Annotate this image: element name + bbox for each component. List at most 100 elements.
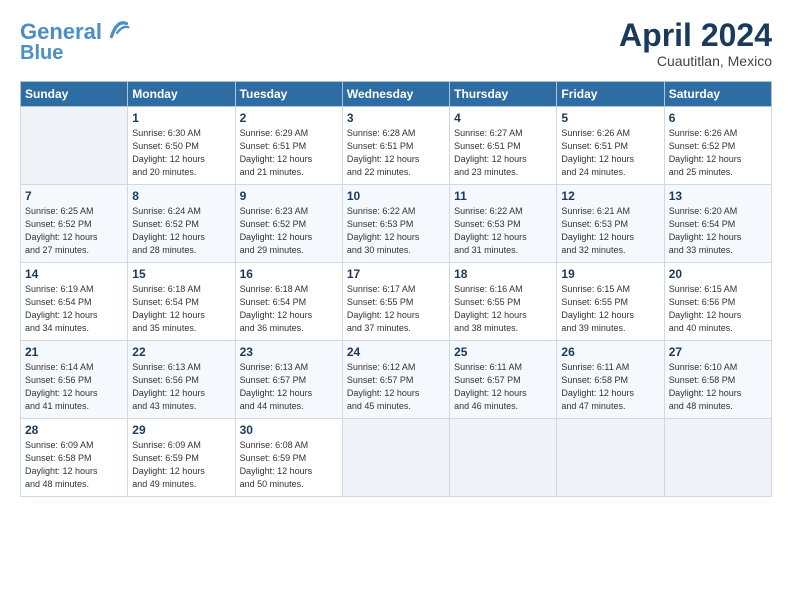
day-number: 24 [347, 345, 445, 359]
calendar-cell: 11 Sunrise: 6:22 AMSunset: 6:53 PMDayligh… [450, 185, 557, 263]
calendar-cell: 29 Sunrise: 6:09 AMSunset: 6:59 PMDayligh… [128, 419, 235, 497]
day-number: 6 [669, 111, 767, 125]
day-info: Sunrise: 6:09 AMSunset: 6:59 PMDaylight:… [132, 439, 230, 491]
calendar-cell: 23Sunrise: 6:13 AMSunset: 6:57 PMDayligh… [235, 341, 342, 419]
day-info: Sunrise: 6:22 AMSunset: 6:53 PMDaylight:… [454, 205, 552, 257]
calendar-cell [342, 419, 449, 497]
col-saturday: Saturday [664, 82, 771, 107]
day-info: Sunrise: 6:24 AMSunset: 6:52 PMDaylight:… [132, 205, 230, 257]
day-info: Sunrise: 6:13 AMSunset: 6:56 PMDaylight:… [132, 361, 230, 413]
calendar-cell: 24 Sunrise: 6:12 AMSunset: 6:57 PMDayligh… [342, 341, 449, 419]
calendar-cell [664, 419, 771, 497]
calendar-cell: 9Sunrise: 6:23 AMSunset: 6:52 PMDaylight… [235, 185, 342, 263]
page: General Blue April 2024 Cuautitlan, Mexi… [0, 0, 792, 507]
calendar-cell: 27 Sunrise: 6:10 AMSunset: 6:58 PMDayligh… [664, 341, 771, 419]
calendar-cell: 19Sunrise: 6:15 AMSunset: 6:55 PMDayligh… [557, 263, 664, 341]
calendar-week-2: 7Sunrise: 6:25 AMSunset: 6:52 PMDaylight… [21, 185, 772, 263]
logo-text2: Blue [20, 42, 63, 64]
header: General Blue April 2024 Cuautitlan, Mexi… [20, 18, 772, 69]
day-info: Sunrise: 6:18 AMSunset: 6:54 PMDaylight:… [132, 283, 230, 335]
day-info: Sunrise: 6:21 AMSunset: 6:53 PMDaylight:… [561, 205, 659, 257]
day-info: Sunrise: 6:17 AMSunset: 6:55 PMDaylight:… [347, 283, 445, 335]
day-info: Sunrise: 6:30 AMSunset: 6:50 PMDaylight:… [132, 127, 230, 179]
col-tuesday: Tuesday [235, 82, 342, 107]
day-info: Sunrise: 6:25 AMSunset: 6:52 PMDaylight:… [25, 205, 123, 257]
calendar-cell: 26 Sunrise: 6:11 AMSunset: 6:58 PMDayligh… [557, 341, 664, 419]
day-number: 21 [25, 345, 123, 359]
logo-text: General [20, 20, 102, 44]
calendar-cell: 20 Sunrise: 6:15 AMSunset: 6:56 PMDayligh… [664, 263, 771, 341]
day-info: Sunrise: 6:16 AMSunset: 6:55 PMDaylight:… [454, 283, 552, 335]
calendar-cell: 8 Sunrise: 6:24 AMSunset: 6:52 PMDaylight… [128, 185, 235, 263]
calendar-cell: 3Sunrise: 6:28 AMSunset: 6:51 PMDaylight… [342, 107, 449, 185]
calendar-cell: 21 Sunrise: 6:14 AMSunset: 6:56 PMDayligh… [21, 341, 128, 419]
day-info: Sunrise: 6:11 AMSunset: 6:57 PMDaylight:… [454, 361, 552, 413]
calendar-cell: 14Sunrise: 6:19 AMSunset: 6:54 PMDayligh… [21, 263, 128, 341]
day-info: Sunrise: 6:15 AMSunset: 6:55 PMDaylight:… [561, 283, 659, 335]
calendar-week-1: 1 Sunrise: 6:30 AMSunset: 6:50 PMDaylight… [21, 107, 772, 185]
logo-icon [104, 16, 132, 44]
day-number: 8 [132, 189, 230, 203]
calendar-cell: 12Sunrise: 6:21 AMSunset: 6:53 PMDayligh… [557, 185, 664, 263]
day-number: 10 [347, 189, 445, 203]
day-info: Sunrise: 6:12 AMSunset: 6:57 PMDaylight:… [347, 361, 445, 413]
day-number: 26 [561, 345, 659, 359]
day-number: 20 [669, 267, 767, 281]
day-number: 17 [347, 267, 445, 281]
day-info: Sunrise: 6:11 AMSunset: 6:58 PMDaylight:… [561, 361, 659, 413]
day-number: 2 [240, 111, 338, 125]
calendar-cell: 25 Sunrise: 6:11 AMSunset: 6:57 PMDayligh… [450, 341, 557, 419]
calendar-cell: 4 Sunrise: 6:27 AMSunset: 6:51 PMDaylight… [450, 107, 557, 185]
calendar-table: Sunday Monday Tuesday Wednesday Thursday… [20, 81, 772, 497]
calendar-cell: 15 Sunrise: 6:18 AMSunset: 6:54 PMDayligh… [128, 263, 235, 341]
calendar-cell: 30 Sunrise: 6:08 AMSunset: 6:59 PMDayligh… [235, 419, 342, 497]
day-number: 30 [240, 423, 338, 437]
day-number: 5 [561, 111, 659, 125]
calendar-cell: 1 Sunrise: 6:30 AMSunset: 6:50 PMDaylight… [128, 107, 235, 185]
day-number: 15 [132, 267, 230, 281]
day-number: 25 [454, 345, 552, 359]
day-info: Sunrise: 6:08 AMSunset: 6:59 PMDaylight:… [240, 439, 338, 491]
day-number: 22 [132, 345, 230, 359]
day-info: Sunrise: 6:19 AMSunset: 6:54 PMDaylight:… [25, 283, 123, 335]
day-info: Sunrise: 6:23 AMSunset: 6:52 PMDaylight:… [240, 205, 338, 257]
day-info: Sunrise: 6:18 AMSunset: 6:54 PMDaylight:… [240, 283, 338, 335]
calendar-cell: 2Sunrise: 6:29 AMSunset: 6:51 PMDaylight… [235, 107, 342, 185]
day-info: Sunrise: 6:14 AMSunset: 6:56 PMDaylight:… [25, 361, 123, 413]
day-number: 4 [454, 111, 552, 125]
logo: General Blue [20, 18, 132, 64]
calendar-week-4: 21 Sunrise: 6:14 AMSunset: 6:56 PMDayligh… [21, 341, 772, 419]
day-number: 1 [132, 111, 230, 125]
day-info: Sunrise: 6:22 AMSunset: 6:53 PMDaylight:… [347, 205, 445, 257]
calendar-cell: 13 Sunrise: 6:20 AMSunset: 6:54 PMDayligh… [664, 185, 771, 263]
calendar-cell [21, 107, 128, 185]
day-info: Sunrise: 6:27 AMSunset: 6:51 PMDaylight:… [454, 127, 552, 179]
day-info: Sunrise: 6:26 AMSunset: 6:52 PMDaylight:… [669, 127, 767, 179]
day-number: 23 [240, 345, 338, 359]
day-number: 16 [240, 267, 338, 281]
day-number: 11 [454, 189, 552, 203]
day-info: Sunrise: 6:10 AMSunset: 6:58 PMDaylight:… [669, 361, 767, 413]
calendar-cell: 5 Sunrise: 6:26 AMSunset: 6:51 PMDaylight… [557, 107, 664, 185]
day-number: 13 [669, 189, 767, 203]
calendar-week-3: 14Sunrise: 6:19 AMSunset: 6:54 PMDayligh… [21, 263, 772, 341]
day-info: Sunrise: 6:15 AMSunset: 6:56 PMDaylight:… [669, 283, 767, 335]
calendar-cell: 17 Sunrise: 6:17 AMSunset: 6:55 PMDayligh… [342, 263, 449, 341]
day-info: Sunrise: 6:20 AMSunset: 6:54 PMDaylight:… [669, 205, 767, 257]
calendar-cell: 7Sunrise: 6:25 AMSunset: 6:52 PMDaylight… [21, 185, 128, 263]
col-sunday: Sunday [21, 82, 128, 107]
calendar-cell: 28 Sunrise: 6:09 AMSunset: 6:58 PMDayligh… [21, 419, 128, 497]
calendar-week-5: 28 Sunrise: 6:09 AMSunset: 6:58 PMDayligh… [21, 419, 772, 497]
col-monday: Monday [128, 82, 235, 107]
calendar-cell [450, 419, 557, 497]
day-info: Sunrise: 6:26 AMSunset: 6:51 PMDaylight:… [561, 127, 659, 179]
calendar-cell: 18 Sunrise: 6:16 AMSunset: 6:55 PMDayligh… [450, 263, 557, 341]
title-block: April 2024 Cuautitlan, Mexico [619, 18, 772, 69]
day-number: 29 [132, 423, 230, 437]
day-number: 18 [454, 267, 552, 281]
day-info: Sunrise: 6:09 AMSunset: 6:58 PMDaylight:… [25, 439, 123, 491]
day-number: 28 [25, 423, 123, 437]
day-number: 3 [347, 111, 445, 125]
day-number: 27 [669, 345, 767, 359]
month-title: April 2024 [619, 18, 772, 53]
